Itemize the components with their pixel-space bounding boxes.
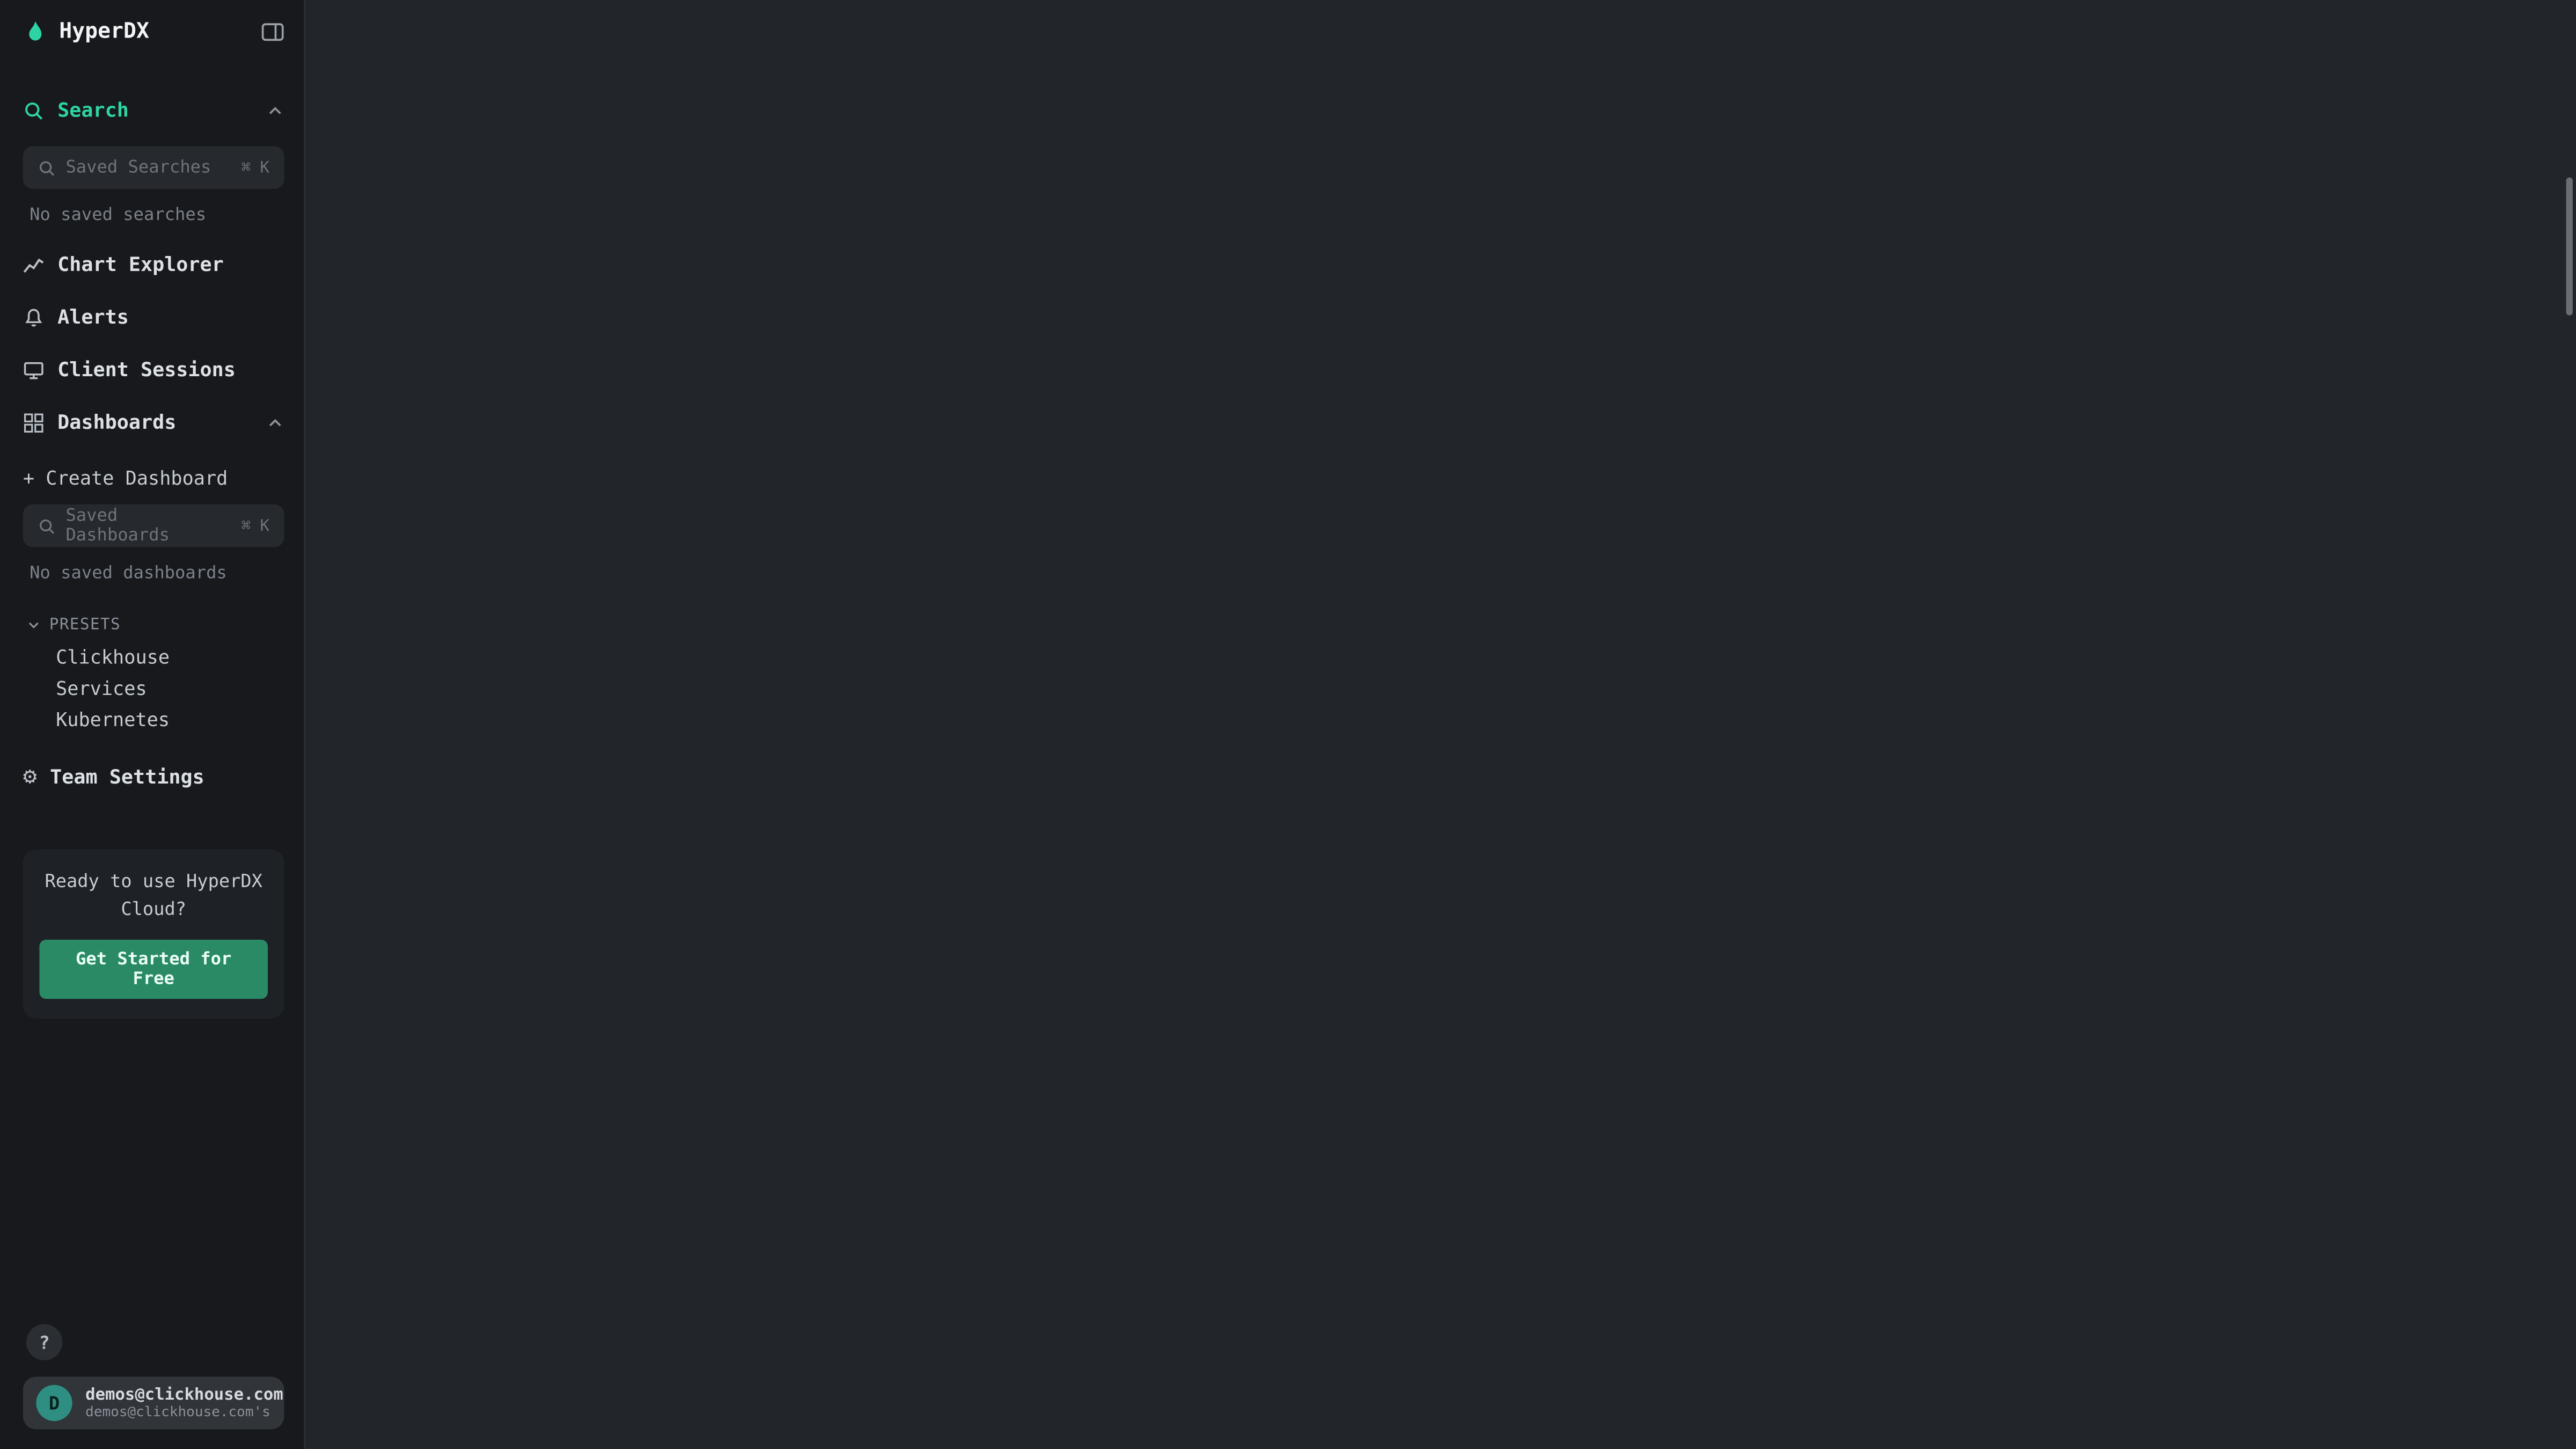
hyperdx-app: HyperDX Search Saved Searches ⌘ K No sa (0, 0, 2576, 1449)
preset-item-kubernetes[interactable]: Kubernetes (23, 703, 284, 734)
sidebar-item-alerts[interactable]: Alerts (23, 294, 284, 340)
bell-icon (23, 306, 45, 328)
saved-dashboards-placeholder: Saved Dashboards (65, 506, 231, 545)
scrollbar-thumb[interactable] (2566, 178, 2573, 316)
chevron-up-icon (266, 413, 284, 431)
sidebar-item-client-sessions[interactable]: Client Sessions (23, 347, 284, 393)
cmd-k-shortcut: ⌘ K (241, 517, 269, 535)
sidebar-item-label: Chart Explorer (57, 253, 224, 276)
sidebar-item-label: Search (57, 99, 129, 122)
create-dashboard-button[interactable]: + Create Dashboard (23, 458, 284, 497)
help-button[interactable]: ? (26, 1324, 62, 1360)
preset-item-services[interactable]: Services (23, 672, 284, 703)
sidebar-collapse-button[interactable] (261, 21, 284, 43)
sidebar-item-label: Dashboards (57, 411, 176, 434)
chevron-down-icon (26, 618, 41, 633)
grid-icon (23, 412, 45, 433)
search-icon (38, 517, 56, 535)
presets-toggle[interactable]: PRESETS (26, 616, 284, 634)
logo-row: HyperDX (23, 20, 284, 45)
cloud-promo-text: Ready to use HyperDX Cloud? (39, 869, 268, 923)
cmd-k-shortcut: ⌘ K (241, 158, 269, 177)
no-saved-searches-text: No saved searches (30, 206, 284, 225)
sidebar-item-dashboards[interactable]: Dashboards (23, 399, 284, 445)
sidebar-item-team-settings[interactable]: ⚙ Team Settings (23, 754, 284, 800)
sidebar-item-label: Client Sessions (57, 358, 236, 381)
no-saved-dashboards-text: No saved dashboards (30, 564, 284, 583)
avatar: D (36, 1385, 72, 1421)
cloud-promo-card: Ready to use HyperDX Cloud? Get Started … (23, 850, 284, 1019)
monitor-icon (23, 359, 45, 380)
hyperdx-logo-icon (23, 20, 48, 45)
saved-dashboards-input[interactable]: Saved Dashboards ⌘ K (23, 504, 284, 547)
gear-icon: ⚙ (23, 766, 37, 789)
preset-item-clickhouse[interactable]: Clickhouse (23, 641, 284, 672)
search-icon (38, 158, 56, 177)
search-icon (23, 99, 45, 121)
presets-label: PRESETS (49, 616, 121, 634)
saved-searches-input[interactable]: Saved Searches ⌘ K (23, 146, 284, 189)
sidebar-item-chart-explorer[interactable]: Chart Explorer (23, 241, 284, 288)
sidebar-item-label: Alerts (57, 305, 129, 328)
chevron-up-icon (266, 101, 284, 119)
user-email-detail: demos@clickhouse.com's (85, 1404, 283, 1421)
panel-toggle-icon (261, 21, 284, 43)
user-menu[interactable]: D demos@clickhouse.com demos@clickhouse.… (23, 1377, 284, 1429)
brand-title: HyperDX (59, 20, 250, 45)
sidebar-item-label: Team Settings (50, 766, 204, 789)
chart-icon (23, 254, 45, 275)
user-email: demos@clickhouse.com (85, 1386, 283, 1404)
get-started-button[interactable]: Get Started for Free (39, 940, 268, 999)
saved-searches-placeholder: Saved Searches (65, 158, 231, 178)
sidebar: HyperDX Search Saved Searches ⌘ K No sa (0, 0, 305, 1449)
sidebar-item-search[interactable]: Search (23, 87, 284, 133)
